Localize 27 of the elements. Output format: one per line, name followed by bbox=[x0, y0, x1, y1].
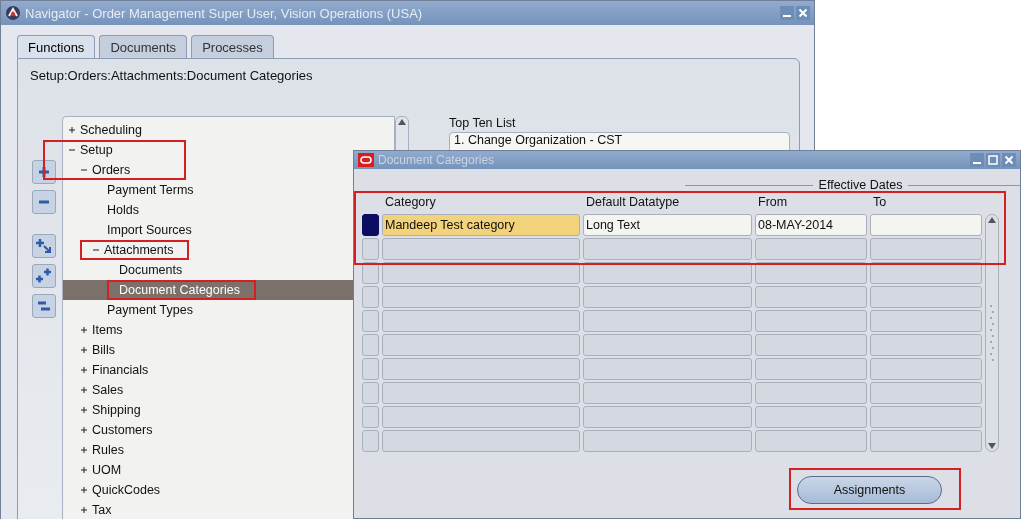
tree-label: Documents bbox=[119, 263, 183, 277]
tree-label: Setup bbox=[80, 143, 113, 157]
tree-label: Payment Types bbox=[107, 303, 193, 317]
top-ten-label: Top Ten List bbox=[449, 116, 517, 130]
window-title: Document Categories bbox=[378, 153, 496, 167]
group-label: Effective Dates bbox=[818, 178, 903, 192]
tree-label: Bills bbox=[92, 343, 115, 357]
tree-label: Document Categories bbox=[119, 283, 240, 297]
column-header: Category bbox=[385, 195, 436, 209]
tree-label: Sales bbox=[92, 383, 124, 397]
tree-label: Customers bbox=[92, 423, 153, 437]
tree-label: Attachments bbox=[104, 243, 174, 257]
tree-label: Shipping bbox=[92, 403, 141, 417]
tree-label: Financials bbox=[92, 363, 149, 377]
tree-label: Items bbox=[92, 323, 123, 337]
tree-label: QuickCodes bbox=[92, 483, 161, 497]
tree-label: Tax bbox=[92, 503, 112, 517]
tree-label: Scheduling bbox=[80, 123, 142, 137]
tree-label: Rules bbox=[92, 443, 124, 457]
breadcrumb: Setup:Orders:Attachments:Document Categories bbox=[30, 68, 313, 83]
column-header: To bbox=[873, 195, 887, 209]
column-header: From bbox=[758, 195, 788, 209]
tree-label: Payment Terms bbox=[107, 183, 194, 197]
tree-label: UOM bbox=[92, 463, 122, 477]
tree-label: Orders bbox=[92, 163, 131, 177]
window-title: Navigator - Order Management Super User, Vision Operations (USA) bbox=[25, 5, 424, 21]
column-header: Default Datatype bbox=[586, 195, 680, 209]
